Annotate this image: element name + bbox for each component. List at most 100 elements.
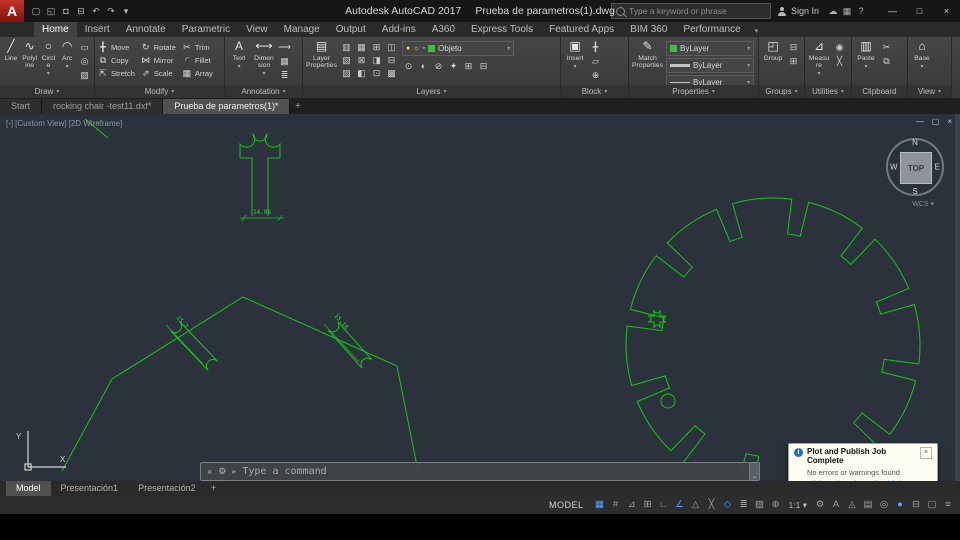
hardware-acceleration-icon[interactable]: ● xyxy=(892,496,908,514)
layer-tool-icon[interactable]: ⊘ xyxy=(432,60,445,72)
tool-base[interactable]: ⌂ Base ▾ xyxy=(911,39,933,70)
tool-copy[interactable]: ⧉ Copy xyxy=(98,55,135,66)
layout-tab-presentaci-n2[interactable]: Presentación2 xyxy=(128,481,206,496)
small-tool-icon[interactable]: ◉ xyxy=(833,41,846,53)
panel-label-block[interactable]: Block ▾ xyxy=(561,85,628,98)
cross-cutout-outline[interactable] xyxy=(647,309,667,329)
isolate-objects-icon[interactable]: ◎ xyxy=(876,496,892,514)
maximize-button[interactable]: □ xyxy=(906,0,933,22)
panel-label-properties[interactable]: Properties ▾ xyxy=(629,85,758,98)
tool-paste[interactable]: ▥ Paste ▾ xyxy=(855,39,877,70)
property-select-0[interactable]: ByLayer ▾ xyxy=(666,41,754,56)
file-tab-prueba-de-parametros-1[interactable]: Prueba de parametros(1)* xyxy=(163,99,291,114)
object-snap-tracking-icon[interactable]: ╳ xyxy=(704,496,720,514)
layer-tool-icon[interactable]: ⊟ xyxy=(477,60,490,72)
annotation-visibility-icon[interactable]: A xyxy=(828,496,844,514)
model-space-button[interactable]: MODEL xyxy=(541,500,592,510)
polar-tracking-icon[interactable]: ∠ xyxy=(672,496,688,514)
layer-tool-icon[interactable]: ◧ xyxy=(355,67,368,79)
clover-slot-outline[interactable] xyxy=(239,132,281,216)
new-layout-button[interactable]: + xyxy=(206,483,222,494)
slot1-outline[interactable] xyxy=(169,321,219,371)
layer-tool-icon[interactable]: ⊡ xyxy=(370,67,383,79)
command-line[interactable]: × ⚙ ▸ Type a command ⌄ xyxy=(200,462,760,481)
layer-tool-icon[interactable]: ✦ xyxy=(447,60,460,72)
ribbon-tab-home[interactable]: Home xyxy=(34,22,77,37)
tool-array[interactable]: ▦ Array xyxy=(182,68,213,79)
viewcube[interactable]: N W S E TOP xyxy=(886,138,944,196)
gear-outline[interactable] xyxy=(625,197,921,481)
small-tool-icon[interactable]: ╳ xyxy=(833,55,846,67)
grid-display-icon[interactable]: ▦ xyxy=(592,496,608,514)
layer-tool-icon[interactable]: ⊞ xyxy=(462,60,475,72)
tool-scale[interactable]: ⇗ Scale xyxy=(141,68,176,79)
panel-label-utilities[interactable]: Utilities ▾ xyxy=(805,85,851,98)
ribbon-tab-manage[interactable]: Manage xyxy=(276,22,328,37)
drawing-area[interactable]: 14.98 15.2 15.16 [-] [Custom View] [2D W… xyxy=(0,114,960,481)
tool-line[interactable]: ╱ Line xyxy=(3,39,19,62)
plate-outline[interactable] xyxy=(61,296,421,481)
lineweight-icon[interactable]: ≣ xyxy=(736,496,752,514)
view-control[interactable]: [Custom View] xyxy=(15,119,66,128)
new-drawing-tab-button[interactable]: + xyxy=(290,99,305,114)
small-tool-icon[interactable]: ⧉ xyxy=(880,55,893,67)
ribbon-tab-performance[interactable]: Performance xyxy=(675,22,748,37)
small-tool-icon[interactable]: ╋ xyxy=(589,41,602,53)
layer-tool-icon[interactable]: ⊠ xyxy=(355,54,368,66)
redo-icon[interactable]: ↷ xyxy=(104,6,118,17)
small-tool-icon[interactable]: ▦ xyxy=(278,55,291,67)
dimension-label[interactable]: 15.16 xyxy=(333,313,351,331)
clean-screen-icon[interactable]: ▢ xyxy=(924,496,940,514)
a360-icon[interactable]: ☁ xyxy=(826,6,840,17)
file-tab-rocking-chair-test11-dxf[interactable]: rocking chair -test11.dxf* xyxy=(42,99,164,114)
viewport-menu-control[interactable]: [-] xyxy=(6,119,13,128)
tool-polyline[interactable]: ∿ Polyline xyxy=(22,39,38,69)
layer-tool-icon[interactable]: ◐ xyxy=(417,60,430,72)
small-tool-icon[interactable]: ▨ xyxy=(78,69,91,81)
tool-match-properties[interactable]: ✎ Match Properties xyxy=(632,39,663,69)
tool-text[interactable]: A Text ▾ xyxy=(228,39,250,70)
tool-group[interactable]: ◰ Group xyxy=(762,39,784,62)
ribbon-tab-annotate[interactable]: Annotate xyxy=(118,22,174,37)
dimension-line[interactable] xyxy=(323,323,360,363)
viewcube-east-label[interactable]: E xyxy=(935,163,940,172)
command-history-scrollbar[interactable]: ⌄ xyxy=(749,463,759,480)
close-button[interactable]: × xyxy=(933,0,960,22)
small-tool-icon[interactable]: ⊞ xyxy=(787,55,800,67)
tool-layer-properties[interactable]: ▤ Layer Properties xyxy=(306,39,337,69)
layer-select[interactable]: ● ☼ ▪ Objeto ▾ xyxy=(402,41,514,56)
ortho-mode-icon[interactable]: ∟ xyxy=(656,496,672,514)
layout-tab-presentaci-n1[interactable]: Presentación1 xyxy=(51,481,129,496)
command-input[interactable]: Type a command xyxy=(242,466,743,477)
new-file-icon[interactable]: ▢ xyxy=(29,6,43,17)
tool-arc[interactable]: ◠ Arc ▾ xyxy=(59,39,75,70)
dimension-label[interactable]: 14.98 xyxy=(253,209,271,216)
plot-icon[interactable]: ⊟ xyxy=(74,6,88,17)
sign-in-button[interactable]: Sign In xyxy=(778,6,819,16)
file-tab-start[interactable]: Start xyxy=(0,99,43,114)
viewcube-north-label[interactable]: N xyxy=(912,138,918,147)
tool-move[interactable]: ╋ Move xyxy=(98,42,135,53)
small-tool-icon[interactable]: ⊕ xyxy=(589,69,602,81)
small-tool-icon[interactable]: ⊟ xyxy=(787,41,800,53)
notification-link[interactable]: Click to view plot and publish details..… xyxy=(807,479,932,481)
ribbon-tab-bim-360[interactable]: BIM 360 xyxy=(622,22,675,37)
layer-tool-icon[interactable]: ⊞ xyxy=(370,41,383,53)
open-file-icon[interactable]: ◱ xyxy=(44,6,58,17)
tool-trim[interactable]: ✂ Trim xyxy=(182,42,213,53)
panel-label-modify[interactable]: Modify ▾ xyxy=(95,85,224,98)
layer-tool-icon[interactable]: ▥ xyxy=(340,41,353,53)
panel-label-layers[interactable]: Layers ▾ xyxy=(303,85,560,98)
minimize-button[interactable]: — xyxy=(879,0,906,22)
ribbon-tab-add-ins[interactable]: Add-ins xyxy=(374,22,424,37)
ribbon-tab-express-tools[interactable]: Express Tools xyxy=(463,22,541,37)
panel-label-annotation[interactable]: Annotation ▾ xyxy=(225,85,302,98)
panel-label-clipboard[interactable]: Clipboard xyxy=(852,85,907,98)
qat-menu-icon[interactable]: ▾ xyxy=(119,6,133,17)
dimension-line[interactable] xyxy=(165,324,204,365)
layer-tool-icon[interactable]: ⊙ xyxy=(402,60,415,72)
help-icon[interactable]: ? xyxy=(854,6,868,17)
infer-constraints-icon[interactable]: ⊿ xyxy=(624,496,640,514)
snap-mode-icon[interactable]: # xyxy=(608,496,624,514)
undo-icon[interactable]: ↶ xyxy=(89,6,103,17)
